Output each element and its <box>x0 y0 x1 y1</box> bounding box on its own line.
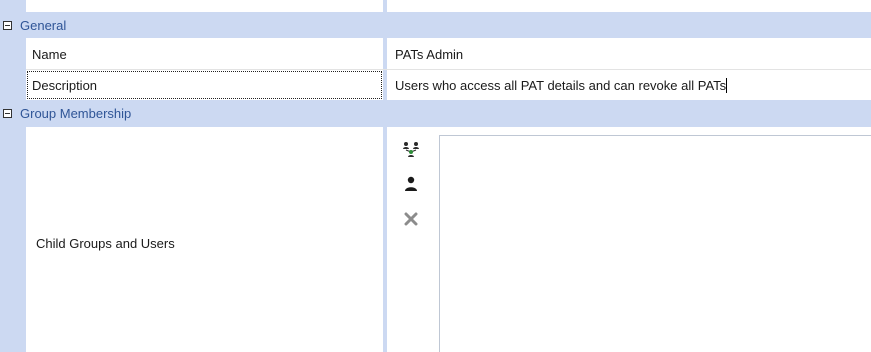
collapse-toggle-icon[interactable] <box>3 20 12 30</box>
category-label-membership: Group Membership <box>20 106 132 121</box>
property-value-name[interactable]: PATs Admin <box>395 39 463 69</box>
name-value-text: PATs Admin <box>395 46 464 62</box>
user-add-icon <box>405 176 417 191</box>
collapse-toggle-icon[interactable] <box>3 109 12 118</box>
remove-icon <box>404 212 418 226</box>
row-gutter <box>0 0 26 352</box>
description-input[interactable]: Users who access all PAT details and can… <box>395 70 728 100</box>
members-listbox[interactable] <box>439 135 871 352</box>
property-label-description: Description <box>26 70 383 100</box>
category-label-general: General <box>20 17 67 33</box>
property-row-description[interactable]: Description Users who access all PAT det… <box>26 70 871 101</box>
remove-button[interactable] <box>400 208 422 230</box>
property-label-child-groups: Child Groups and Users <box>36 236 175 251</box>
text-caret <box>726 77 728 93</box>
property-grid: General Name PATs Admin Description User… <box>0 0 871 352</box>
add-user-button[interactable] <box>400 173 422 195</box>
add-group-button[interactable] <box>400 138 422 160</box>
category-general[interactable]: General <box>0 12 871 38</box>
property-label-name: Name <box>32 46 67 62</box>
group-add-icon <box>403 142 419 157</box>
category-group-membership[interactable]: Group Membership <box>0 100 871 127</box>
description-value-text: Users who access all PAT details and can… <box>395 77 727 93</box>
membership-toolbar <box>400 138 426 243</box>
property-row-name[interactable]: Name PATs Admin <box>26 39 871 70</box>
